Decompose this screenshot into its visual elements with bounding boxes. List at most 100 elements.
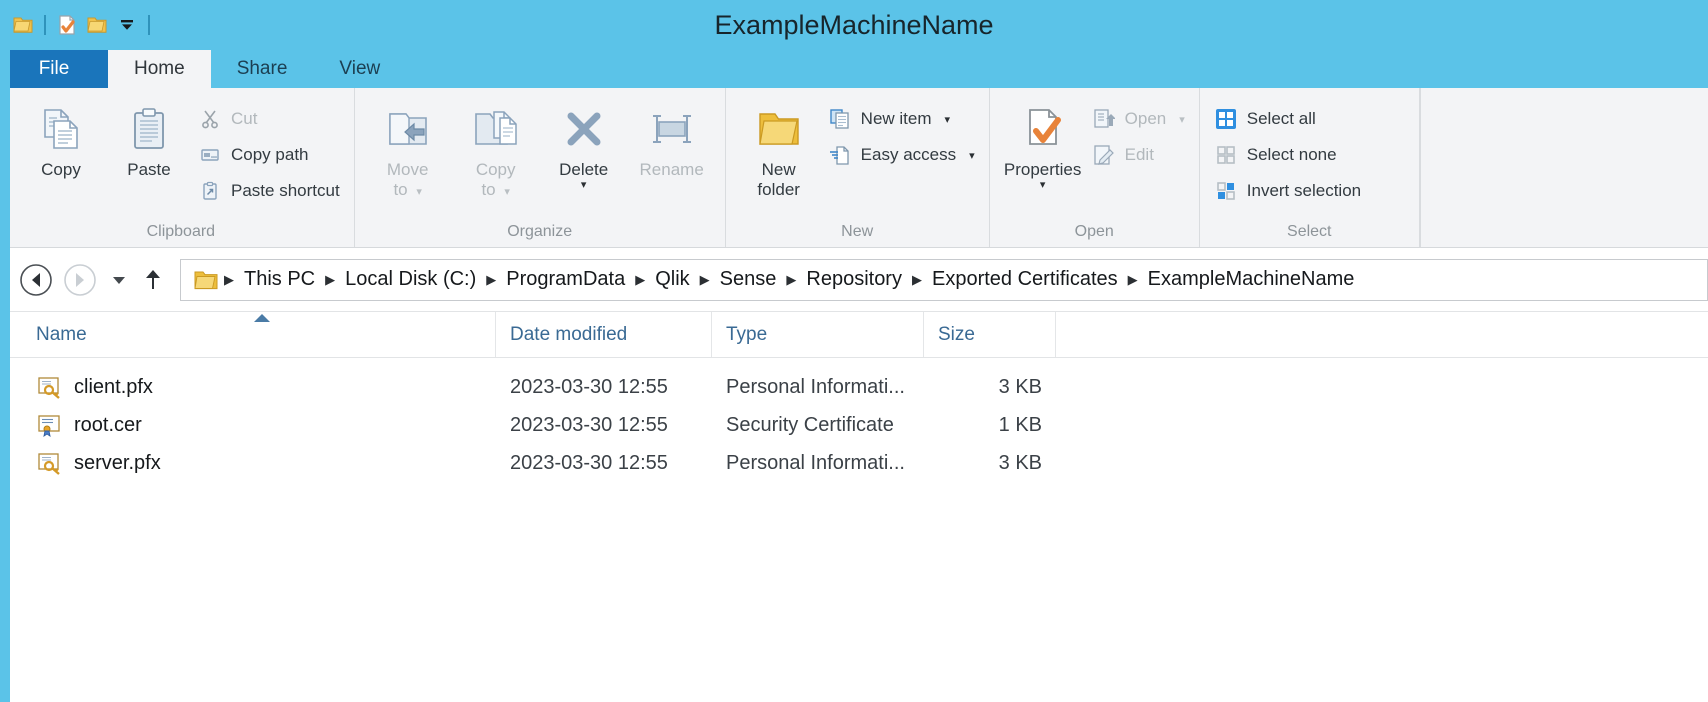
select-none-button[interactable]: Select none (1210, 140, 1365, 170)
edit-icon (1092, 143, 1116, 167)
file-name-cell[interactable]: server.pfx (0, 450, 496, 476)
file-date-modified: 2023-03-30 12:55 (510, 375, 668, 398)
select-all-button[interactable]: Select all (1210, 104, 1365, 134)
breadcrumb-separator: ▶ (224, 271, 234, 287)
breadcrumb-item-local-disk[interactable]: Local Disk (C:) (336, 268, 485, 291)
properties-label: Properties (1003, 160, 1082, 179)
delete-label: Delete (559, 160, 609, 179)
breadcrumb-separator: ▶ (1127, 271, 1138, 287)
window-title: ExampleMachineName (714, 9, 994, 40)
new-item-button[interactable]: New item ▾ (824, 104, 979, 134)
file-list: client.pfx 2023-03-30 12:55 Personal Inf… (0, 358, 1708, 482)
move-to-button[interactable]: Move to ▾ (365, 98, 451, 199)
tab-file[interactable]: File (0, 50, 108, 88)
file-name-cell[interactable]: client.pfx (0, 374, 496, 400)
delete-icon (558, 102, 610, 158)
edit-button[interactable]: Edit (1088, 140, 1189, 170)
file-size: 1 KB (998, 413, 1042, 436)
group-label-organize: Organize (507, 223, 573, 240)
breadcrumb-item-this-pc[interactable]: This PC (235, 268, 324, 291)
paste-button[interactable]: Paste (106, 98, 192, 180)
copy-button[interactable]: Copy (18, 98, 104, 180)
up-button[interactable] (136, 258, 170, 302)
copy-icon (35, 102, 87, 158)
file-size: 3 KB (998, 451, 1042, 474)
breadcrumb-separator: ▶ (325, 271, 336, 287)
quick-access-toolbar (0, 10, 156, 40)
properties-button[interactable]: Properties ▾ (1000, 98, 1086, 190)
toolbar-separator (44, 15, 46, 35)
tab-view[interactable]: View (313, 50, 406, 88)
chevron-down-icon[interactable]: ▾ (969, 149, 975, 162)
ribbon-group-open: Properties ▾ Open ▾ Edit Open (990, 88, 1200, 247)
column-header-size[interactable]: Size (924, 312, 1056, 357)
file-type: Personal Informati... (726, 375, 905, 398)
cut-button[interactable]: Cut (194, 104, 344, 134)
breadcrumb-separator: ▶ (786, 271, 797, 287)
easy-access-label: Easy access (860, 145, 957, 164)
breadcrumb-item-example-machine-name[interactable]: ExampleMachineName (1139, 268, 1364, 291)
open-icon (1092, 107, 1116, 131)
breadcrumb-item-exported-certificates[interactable]: Exported Certificates (923, 268, 1127, 291)
chevron-down-icon[interactable]: ▾ (1040, 179, 1046, 190)
breadcrumb-item-repository[interactable]: Repository (797, 268, 911, 291)
copy-label: Copy (41, 160, 81, 179)
properties-icon[interactable] (52, 10, 82, 40)
ribbon-group-clipboard: Copy Paste Cut Copy path Paste shortcut … (0, 88, 355, 247)
new-folder-button[interactable]: New folder (736, 98, 822, 199)
chevron-down-icon: ▾ (504, 185, 510, 198)
move-to-icon (382, 102, 434, 158)
table-row[interactable]: root.cer 2023-03-30 12:55 Security Certi… (0, 406, 1708, 444)
toolbar-separator-2 (148, 15, 150, 35)
copy-to-button[interactable]: Copy to ▾ (453, 98, 539, 199)
rename-button[interactable]: Rename (629, 98, 715, 180)
ribbon-empty-area (1419, 88, 1708, 247)
tab-home[interactable]: Home (108, 50, 211, 88)
breadcrumb[interactable]: ▶ This PC ▶ Local Disk (C:) ▶ ProgramDat… (180, 258, 1708, 301)
invert-selection-label: Invert selection (1246, 181, 1362, 200)
breadcrumb-item-sense[interactable]: Sense (711, 268, 786, 291)
group-label-new: New (841, 223, 874, 240)
copy-to-label: Copy to ▾ (475, 160, 516, 199)
breadcrumb-item-programdata[interactable]: ProgramData (497, 268, 634, 291)
clipboard-small-commands: Cut Copy path Paste shortcut (194, 98, 344, 206)
new-folder-label: New folder (757, 160, 800, 199)
file-size: 3 KB (998, 375, 1042, 398)
chevron-down-icon[interactable]: ▾ (945, 113, 951, 126)
customize-quick-access-icon[interactable] (112, 10, 142, 40)
invert-selection-icon (1214, 179, 1238, 203)
tab-share[interactable]: Share (211, 50, 314, 88)
select-none-label: Select none (1246, 145, 1337, 164)
chevron-down-icon[interactable]: ▾ (581, 179, 587, 190)
back-button[interactable] (14, 258, 58, 302)
cer-certificate-icon (36, 412, 62, 438)
forward-button (58, 258, 102, 302)
new-folder-icon[interactable] (82, 10, 112, 40)
open-button[interactable]: Open ▾ (1088, 104, 1189, 134)
breadcrumb-item-qlik[interactable]: Qlik (646, 268, 698, 291)
paste-shortcut-button[interactable]: Paste shortcut (194, 176, 344, 206)
title-bar: ExampleMachineName (0, 0, 1708, 50)
new-folder-icon (753, 102, 805, 158)
easy-access-button[interactable]: Easy access ▾ (824, 140, 979, 170)
delete-button[interactable]: Delete ▾ (541, 98, 627, 190)
table-row[interactable]: server.pfx 2023-03-30 12:55 Personal Inf… (0, 444, 1708, 482)
open-label: Open (1124, 109, 1167, 128)
breadcrumb-separator: ▶ (635, 271, 646, 287)
invert-selection-button[interactable]: Invert selection (1210, 176, 1365, 206)
folder-icon[interactable] (8, 10, 38, 40)
copy-path-icon (198, 143, 222, 167)
ribbon: Copy Paste Cut Copy path Paste shortcut … (0, 88, 1708, 248)
table-row[interactable]: client.pfx 2023-03-30 12:55 Personal Inf… (0, 368, 1708, 406)
chevron-down-icon: ▾ (416, 185, 422, 198)
chevron-down-icon: ▾ (1179, 113, 1185, 126)
copy-path-button[interactable]: Copy path (194, 140, 344, 170)
column-header-name[interactable]: Name (0, 312, 496, 357)
new-item-label: New item (860, 109, 932, 128)
file-name-cell[interactable]: root.cer (0, 412, 496, 438)
recent-locations-button[interactable] (102, 258, 136, 302)
group-label-open: Open (1074, 223, 1114, 240)
group-label-select: Select (1287, 223, 1332, 240)
column-header-type[interactable]: Type (712, 312, 924, 357)
column-header-date-modified[interactable]: Date modified (496, 312, 712, 357)
